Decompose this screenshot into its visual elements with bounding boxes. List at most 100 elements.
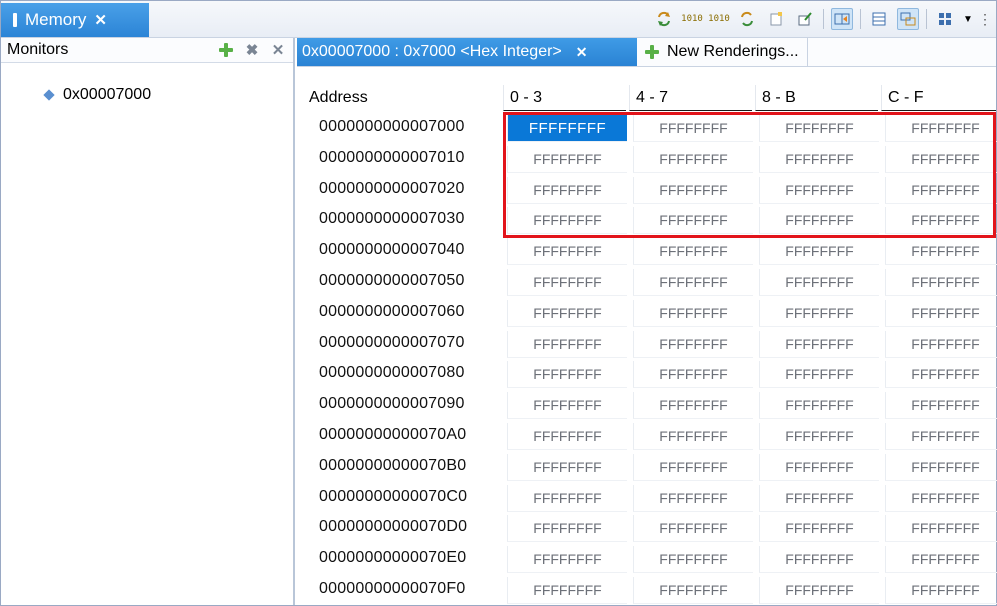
memory-value-cell[interactable]: FFFFFFFF	[759, 392, 879, 420]
memory-value-cell[interactable]: FFFFFFFF	[885, 423, 997, 450]
memory-value-cell[interactable]: FFFFFFFF	[885, 238, 997, 266]
address-cell: 00000000000070B0	[319, 456, 467, 474]
table-row: 00000000000070A0 FFFFFFFF FFFFFFFF FFFFFFFF…	[297, 421, 997, 452]
memory-value-cell[interactable]: FFFFFFFF	[759, 546, 879, 574]
memory-view-tab[interactable]: Memory ✕	[1, 3, 149, 37]
table-row: 0000000000007040 FFFFFFFF FFFFFFFF FFFFFFFF…	[297, 236, 997, 267]
memory-value-cell[interactable]: FFFFFFFF	[507, 299, 627, 327]
memory-value-cell[interactable]: FFFFFFFF	[507, 361, 627, 389]
table-row: 00000000000070F0 FFFFFFFF FFFFFFFF FFFFFFFF…	[297, 575, 997, 606]
memory-view: Memory ✕ 1010 1010 ▼ ⋮ Monitors ✖ ✕ 0x00…	[0, 0, 997, 606]
address-cell: 0000000000007000	[319, 118, 465, 135]
plus-icon	[219, 43, 233, 57]
memory-value-cell[interactable]: FFFFFFFF	[507, 484, 627, 512]
close-rendering-icon[interactable]: ✕	[576, 44, 588, 61]
memory-value-cell[interactable]: FFFFFFFF	[507, 238, 627, 266]
address-cell: 00000000000070D0	[319, 518, 468, 536]
bits-icon[interactable]: 1010	[708, 8, 730, 30]
memory-value-cell[interactable]: FFFFFFFF	[759, 330, 879, 358]
memory-value-cell[interactable]: FFFFFFFF	[507, 330, 627, 358]
memory-value-cell[interactable]: FFFFFFFF	[633, 269, 753, 296]
memory-value-cell[interactable]: FFFFFFFF	[759, 453, 879, 481]
remove-all-monitors-button[interactable]: ✕	[267, 40, 289, 60]
memory-value-cell[interactable]: FFFFFFFF	[507, 269, 627, 296]
memory-value-cell[interactable]: FFFFFFFF	[633, 330, 753, 358]
monitor-diamond-icon	[43, 89, 55, 101]
column-header-c-f: C - F	[881, 85, 996, 111]
close-view-icon[interactable]: ✕	[94, 11, 107, 29]
address-cell: 0000000000007050	[319, 272, 465, 289]
new-tab-icon[interactable]	[765, 8, 787, 30]
memory-value-cell[interactable]: FFFFFFFF	[507, 546, 627, 574]
memory-value-cell[interactable]: FFFFFFFF	[759, 299, 879, 327]
tab-new-renderings[interactable]: New Renderings...	[637, 38, 808, 66]
memory-value-cell[interactable]: FFFFFFFF	[633, 546, 753, 574]
memory-value-cell[interactable]: FFFFFFFF	[759, 515, 879, 543]
memory-value-cell[interactable]: FFFFFFFF	[759, 361, 879, 389]
address-cell: 0000000000007030	[319, 210, 465, 228]
address-cell: 0000000000007060	[319, 302, 465, 320]
memory-value-cell[interactable]: FFFFFFFF	[507, 577, 627, 604]
monitors-header: Monitors ✖ ✕	[1, 38, 293, 63]
column-header-0-3: 0 - 3	[503, 85, 626, 111]
memory-value-cell[interactable]: FFFFFFFF	[633, 515, 753, 543]
memory-value-cell[interactable]: FFFFFFFF	[633, 238, 753, 266]
memory-value-cell[interactable]: FFFFFFFF	[885, 577, 997, 604]
memory-value-cell[interactable]: FFFFFFFF	[633, 423, 753, 450]
address-cell: 0000000000007070	[319, 333, 465, 351]
monitor-item-label: 0x00007000	[63, 86, 152, 103]
tab-hex-integer-rendering[interactable]: 0x00007000 : 0x7000 <Hex Integer> ✕	[297, 38, 637, 66]
view-toolbar: 1010 1010 ▼ ⋮	[653, 7, 996, 31]
memory-value-cell[interactable]: FFFFFFFF	[633, 577, 753, 604]
memory-value-cell[interactable]: FFFFFFFF	[885, 453, 997, 481]
memory-value-cell[interactable]: FFFFFFFF	[885, 299, 997, 327]
add-monitor-button[interactable]	[215, 40, 237, 60]
memory-value-cell[interactable]: FFFFFFFF	[885, 330, 997, 358]
remove-monitor-button[interactable]: ✖	[241, 40, 263, 60]
toggle-split-icon[interactable]	[831, 8, 853, 30]
address-cell: 00000000000070F0	[319, 580, 466, 597]
dropdown-icon[interactable]: ▼	[963, 8, 973, 30]
memory-value-cell[interactable]: FFFFFFFF	[885, 546, 997, 574]
memory-value-cell[interactable]: FFFFFFFF	[759, 577, 879, 604]
sync-icon[interactable]	[653, 8, 675, 30]
memory-view-title: Memory	[25, 10, 87, 29]
columns-icon[interactable]	[934, 8, 956, 30]
memory-value-cell[interactable]: FFFFFFFF	[507, 423, 627, 450]
address-cell: 0000000000007020	[319, 179, 465, 197]
bits-icon[interactable]: 1010	[681, 8, 703, 30]
export-icon[interactable]	[794, 8, 816, 30]
table-row: 0000000000007050 FFFFFFFF FFFFFFFF FFFFFFFF…	[297, 267, 997, 298]
address-cell: 0000000000007080	[319, 364, 465, 382]
address-cell: 00000000000070C0	[319, 487, 468, 505]
memory-value-cell[interactable]: FFFFFFFF	[507, 453, 627, 481]
memory-value-cell[interactable]: FFFFFFFF	[633, 392, 753, 420]
memory-value-cell[interactable]: FFFFFFFF	[759, 238, 879, 266]
memory-value-cell[interactable]: FFFFFFFF	[507, 392, 627, 420]
table-icon[interactable]	[868, 8, 890, 30]
memory-value-cell[interactable]: FFFFFFFF	[759, 269, 879, 296]
table-row: 0000000000007060 FFFFFFFF FFFFFFFF FFFFFFFF…	[297, 298, 997, 329]
memory-value-cell[interactable]: FFFFFFFF	[759, 423, 879, 450]
table-row: 00000000000070B0 FFFFFFFF FFFFFFFF FFFFFFFF…	[297, 452, 997, 483]
table-row: 00000000000070E0 FFFFFFFF FFFFFFFF FFFFFFFF…	[297, 544, 997, 575]
memory-value-cell[interactable]: FFFFFFFF	[633, 484, 753, 512]
memory-value-cell[interactable]: FFFFFFFF	[633, 361, 753, 389]
memory-value-cell[interactable]: FFFFFFFF	[885, 361, 997, 389]
address-cell: 0000000000007090	[319, 395, 465, 413]
more-icon[interactable]: ⋮	[978, 8, 992, 30]
memory-value-cell[interactable]: FFFFFFFF	[633, 299, 753, 327]
memory-value-cell[interactable]: FFFFFFFF	[885, 269, 997, 296]
new-renderings-label: New Renderings...	[667, 43, 799, 60]
sync-icon[interactable]	[736, 8, 758, 30]
toolbar-separator	[860, 9, 861, 29]
memory-value-cell[interactable]: FFFFFFFF	[507, 515, 627, 543]
memory-value-cell[interactable]: FFFFFFFF	[885, 515, 997, 543]
memory-value-cell[interactable]: FFFFFFFF	[759, 484, 879, 512]
memory-value-cell[interactable]: FFFFFFFF	[885, 484, 997, 512]
monitor-item[interactable]: 0x00007000	[43, 86, 152, 104]
memory-value-cell[interactable]: FFFFFFFF	[633, 453, 753, 481]
toolbar-separator	[823, 9, 824, 29]
memory-value-cell[interactable]: FFFFFFFF	[885, 392, 997, 420]
link-icon[interactable]	[897, 8, 919, 30]
